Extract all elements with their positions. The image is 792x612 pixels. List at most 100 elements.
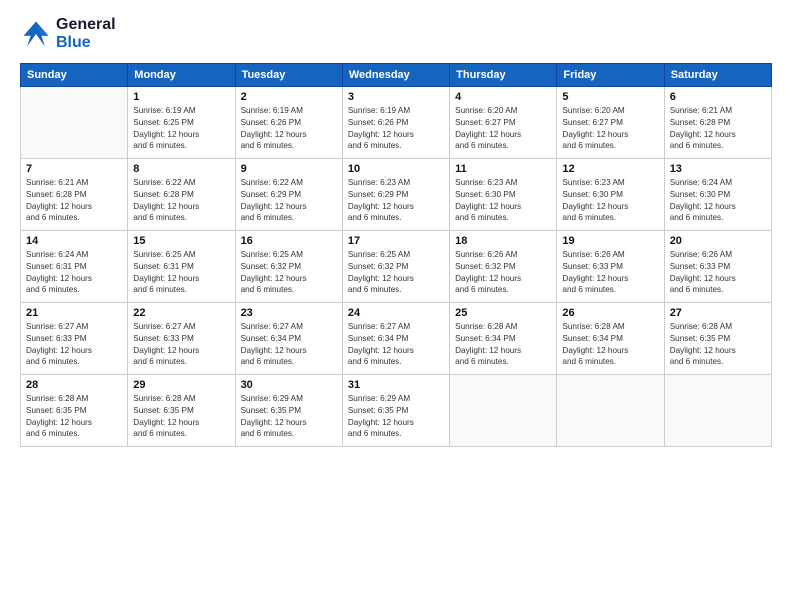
- calendar-header-saturday: Saturday: [664, 63, 771, 86]
- page: General Blue SundayMondayTuesdayWednesda…: [0, 0, 792, 612]
- calendar-cell: 31 Sunrise: 6:29 AMSunset: 6:35 PMDayligh…: [342, 374, 449, 446]
- day-number: 9: [241, 163, 337, 175]
- day-info: Sunrise: 6:21 AMSunset: 6:28 PMDaylight:…: [26, 177, 122, 225]
- day-info: Sunrise: 6:28 AMSunset: 6:34 PMDaylight:…: [562, 321, 658, 369]
- day-info: Sunrise: 6:20 AMSunset: 6:27 PMDaylight:…: [562, 105, 658, 153]
- logo-icon: [20, 18, 52, 50]
- calendar-table: SundayMondayTuesdayWednesdayThursdayFrid…: [20, 63, 772, 447]
- day-info: Sunrise: 6:25 AMSunset: 6:31 PMDaylight:…: [133, 249, 229, 297]
- day-number: 19: [562, 235, 658, 247]
- calendar-header-thursday: Thursday: [450, 63, 557, 86]
- day-number: 1: [133, 91, 229, 103]
- day-number: 29: [133, 379, 229, 391]
- calendar-cell: 7Sunrise: 6:21 AMSunset: 6:28 PMDaylight…: [21, 158, 128, 230]
- calendar-cell: 27 Sunrise: 6:28 AMSunset: 6:35 PMDayligh…: [664, 302, 771, 374]
- calendar-cell: [557, 374, 664, 446]
- day-number: 6: [670, 91, 766, 103]
- day-number: 18: [455, 235, 551, 247]
- calendar-cell: 14 Sunrise: 6:24 AMSunset: 6:31 PMDayligh…: [21, 230, 128, 302]
- calendar-header-tuesday: Tuesday: [235, 63, 342, 86]
- day-info: Sunrise: 6:28 AMSunset: 6:35 PMDaylight:…: [26, 393, 122, 441]
- calendar-cell: 17 Sunrise: 6:25 AMSunset: 6:32 PMDayligh…: [342, 230, 449, 302]
- day-info: Sunrise: 6:25 AMSunset: 6:32 PMDaylight:…: [241, 249, 337, 297]
- calendar-cell: 20 Sunrise: 6:26 AMSunset: 6:33 PMDayligh…: [664, 230, 771, 302]
- day-number: 28: [26, 379, 122, 391]
- day-info: Sunrise: 6:23 AMSunset: 6:30 PMDaylight:…: [455, 177, 551, 225]
- day-info: Sunrise: 6:25 AMSunset: 6:32 PMDaylight:…: [348, 249, 444, 297]
- day-number: 24: [348, 307, 444, 319]
- day-info: Sunrise: 6:22 AMSunset: 6:28 PMDaylight:…: [133, 177, 229, 225]
- calendar-header-wednesday: Wednesday: [342, 63, 449, 86]
- calendar-cell: 6 Sunrise: 6:21 AMSunset: 6:28 PMDaylight…: [664, 86, 771, 158]
- day-number: 30: [241, 379, 337, 391]
- calendar-cell: 2Sunrise: 6:19 AMSunset: 6:26 PMDaylight…: [235, 86, 342, 158]
- logo-text: General Blue: [56, 16, 116, 53]
- day-info: Sunrise: 6:21 AMSunset: 6:28 PMDaylight:…: [670, 105, 766, 153]
- calendar-header-row: SundayMondayTuesdayWednesdayThursdayFrid…: [21, 63, 772, 86]
- calendar-header-friday: Friday: [557, 63, 664, 86]
- calendar-cell: 18 Sunrise: 6:26 AMSunset: 6:32 PMDayligh…: [450, 230, 557, 302]
- day-number: 22: [133, 307, 229, 319]
- day-number: 15: [133, 235, 229, 247]
- day-number: 4: [455, 91, 551, 103]
- day-number: 31: [348, 379, 444, 391]
- day-number: 5: [562, 91, 658, 103]
- calendar-cell: 29 Sunrise: 6:28 AMSunset: 6:35 PMDayligh…: [128, 374, 235, 446]
- day-number: 13: [670, 163, 766, 175]
- calendar-cell: 12Sunrise: 6:23 AMSunset: 6:30 PMDayligh…: [557, 158, 664, 230]
- calendar-week-5: 28 Sunrise: 6:28 AMSunset: 6:35 PMDayligh…: [21, 374, 772, 446]
- day-info: Sunrise: 6:29 AMSunset: 6:35 PMDaylight:…: [348, 393, 444, 441]
- calendar-header-monday: Monday: [128, 63, 235, 86]
- day-info: Sunrise: 6:19 AMSunset: 6:26 PMDaylight:…: [241, 105, 337, 153]
- calendar-cell: 9 Sunrise: 6:22 AMSunset: 6:29 PMDaylight…: [235, 158, 342, 230]
- day-info: Sunrise: 6:19 AMSunset: 6:26 PMDaylight:…: [348, 105, 444, 153]
- calendar-cell: 5 Sunrise: 6:20 AMSunset: 6:27 PMDaylight…: [557, 86, 664, 158]
- day-number: 21: [26, 307, 122, 319]
- day-number: 25: [455, 307, 551, 319]
- calendar-cell: 4 Sunrise: 6:20 AMSunset: 6:27 PMDaylight…: [450, 86, 557, 158]
- day-number: 10: [348, 163, 444, 175]
- calendar-cell: 11 Sunrise: 6:23 AMSunset: 6:30 PMDayligh…: [450, 158, 557, 230]
- day-info: Sunrise: 6:20 AMSunset: 6:27 PMDaylight:…: [455, 105, 551, 153]
- calendar-cell: 1Sunrise: 6:19 AMSunset: 6:25 PMDaylight…: [128, 86, 235, 158]
- header: General Blue: [20, 16, 772, 53]
- day-info: Sunrise: 6:28 AMSunset: 6:35 PMDaylight:…: [133, 393, 229, 441]
- day-info: Sunrise: 6:22 AMSunset: 6:29 PMDaylight:…: [241, 177, 337, 225]
- calendar-cell: 30 Sunrise: 6:29 AMSunset: 6:35 PMDayligh…: [235, 374, 342, 446]
- calendar-cell: 21 Sunrise: 6:27 AMSunset: 6:33 PMDayligh…: [21, 302, 128, 374]
- day-number: 20: [670, 235, 766, 247]
- calendar-cell: 8 Sunrise: 6:22 AMSunset: 6:28 PMDaylight…: [128, 158, 235, 230]
- calendar-week-3: 14 Sunrise: 6:24 AMSunset: 6:31 PMDayligh…: [21, 230, 772, 302]
- day-number: 23: [241, 307, 337, 319]
- day-info: Sunrise: 6:26 AMSunset: 6:33 PMDaylight:…: [670, 249, 766, 297]
- calendar-cell: 13Sunrise: 6:24 AMSunset: 6:30 PMDayligh…: [664, 158, 771, 230]
- calendar-cell: 28 Sunrise: 6:28 AMSunset: 6:35 PMDayligh…: [21, 374, 128, 446]
- day-info: Sunrise: 6:27 AMSunset: 6:33 PMDaylight:…: [26, 321, 122, 369]
- calendar-cell: 10 Sunrise: 6:23 AMSunset: 6:29 PMDayligh…: [342, 158, 449, 230]
- calendar-cell: 22Sunrise: 6:27 AMSunset: 6:33 PMDayligh…: [128, 302, 235, 374]
- day-info: Sunrise: 6:27 AMSunset: 6:34 PMDaylight:…: [241, 321, 337, 369]
- day-number: 11: [455, 163, 551, 175]
- calendar-cell: 25Sunrise: 6:28 AMSunset: 6:34 PMDayligh…: [450, 302, 557, 374]
- calendar-cell: [664, 374, 771, 446]
- calendar-cell: [21, 86, 128, 158]
- day-info: Sunrise: 6:28 AMSunset: 6:35 PMDaylight:…: [670, 321, 766, 369]
- day-info: Sunrise: 6:29 AMSunset: 6:35 PMDaylight:…: [241, 393, 337, 441]
- day-info: Sunrise: 6:23 AMSunset: 6:29 PMDaylight:…: [348, 177, 444, 225]
- day-info: Sunrise: 6:26 AMSunset: 6:33 PMDaylight:…: [562, 249, 658, 297]
- day-info: Sunrise: 6:24 AMSunset: 6:31 PMDaylight:…: [26, 249, 122, 297]
- calendar-cell: 23 Sunrise: 6:27 AMSunset: 6:34 PMDayligh…: [235, 302, 342, 374]
- calendar-cell: 16Sunrise: 6:25 AMSunset: 6:32 PMDayligh…: [235, 230, 342, 302]
- calendar-cell: 15 Sunrise: 6:25 AMSunset: 6:31 PMDayligh…: [128, 230, 235, 302]
- calendar-week-2: 7Sunrise: 6:21 AMSunset: 6:28 PMDaylight…: [21, 158, 772, 230]
- day-info: Sunrise: 6:27 AMSunset: 6:34 PMDaylight:…: [348, 321, 444, 369]
- day-number: 14: [26, 235, 122, 247]
- day-number: 26: [562, 307, 658, 319]
- day-number: 3: [348, 91, 444, 103]
- calendar-week-4: 21 Sunrise: 6:27 AMSunset: 6:33 PMDayligh…: [21, 302, 772, 374]
- day-number: 27: [670, 307, 766, 319]
- day-number: 12: [562, 163, 658, 175]
- day-info: Sunrise: 6:26 AMSunset: 6:32 PMDaylight:…: [455, 249, 551, 297]
- day-number: 17: [348, 235, 444, 247]
- day-number: 8: [133, 163, 229, 175]
